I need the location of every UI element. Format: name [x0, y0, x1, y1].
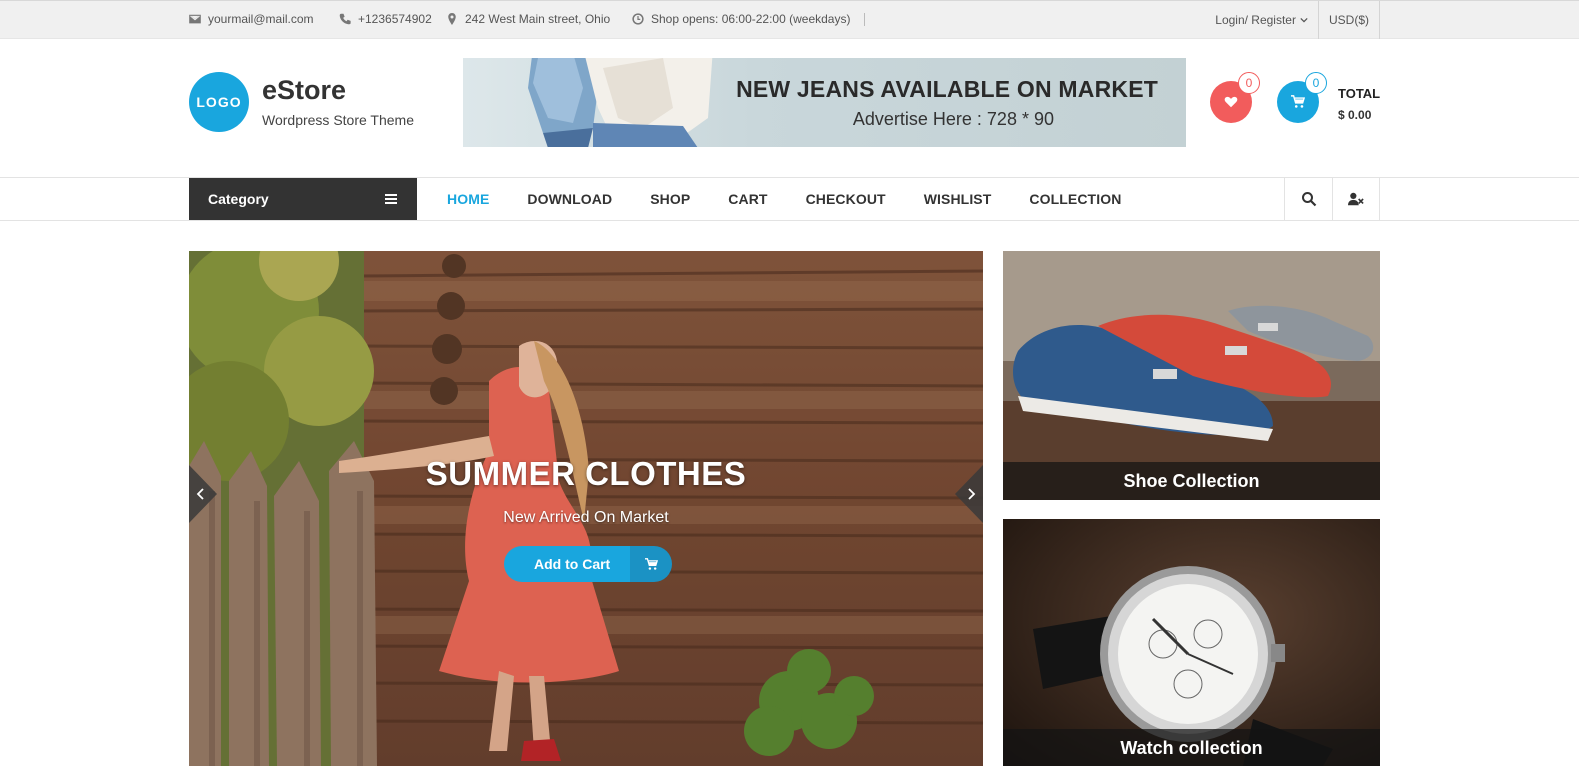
nav-item-download[interactable]: DOWNLOAD [508, 191, 631, 207]
contact-email[interactable]: yourmail@mail.com [189, 12, 314, 26]
email-text: yourmail@mail.com [208, 12, 314, 26]
watch-collection-tile[interactable]: Watch collection [1003, 519, 1380, 766]
chevron-down-icon [1300, 17, 1308, 23]
add-to-cart-icon-wrap [630, 546, 673, 582]
chevron-right-icon [955, 465, 983, 523]
account-button[interactable] [1332, 178, 1380, 220]
top-bar-inner: yourmail@mail.com +1236574902 242 West M… [189, 1, 1380, 39]
nav-tools [1284, 178, 1380, 220]
top-bar: yourmail@mail.com +1236574902 242 West M… [0, 0, 1579, 39]
hero-slider[interactable]: SUMMER CLOTHES New Arrived On Market Add… [189, 251, 983, 766]
banner-jeans-image [528, 58, 713, 147]
cart-total-value: $ 0.00 [1338, 108, 1372, 122]
envelope-icon [189, 14, 201, 24]
menu-icon [385, 194, 397, 204]
contact-phone[interactable]: +1236574902 [339, 12, 432, 26]
currency-label: USD($) [1328, 13, 1369, 27]
nav-item-shop[interactable]: SHOP [631, 191, 709, 207]
site-logo[interactable]: LOGO [189, 72, 249, 132]
category-label: Category [208, 191, 269, 207]
category-menu-button[interactable]: Category [189, 178, 417, 220]
slide-title: SUMMER CLOTHES [425, 455, 747, 492]
cart-icon [1291, 95, 1305, 108]
slide-subtitle: New Arrived On Market [503, 509, 669, 526]
phone-text: +1236574902 [358, 12, 432, 26]
phone-icon [339, 13, 351, 25]
banner-title: NEW JEANS AVAILABLE ON MARKET [736, 76, 1158, 102]
shop-hours: Shop opens: 06:00-22:00 (weekdays) [632, 12, 850, 26]
top-bar-right: Login/ Register USD($) [1205, 1, 1380, 39]
map-marker-icon [448, 13, 456, 25]
primary-menu: HOME DOWNLOAD SHOP CART CHECKOUT WISHLIS… [428, 178, 1140, 220]
banner-subtitle: Advertise Here : 728 * 90 [852, 109, 1054, 129]
chevron-left-icon [189, 465, 217, 523]
cart-total-label: TOTAL [1338, 86, 1381, 101]
cart-icon [644, 557, 658, 570]
watch-collection-caption: Watch collection [1003, 729, 1380, 766]
address-text: 242 West Main street, Ohio [465, 12, 611, 26]
nav-item-home[interactable]: HOME [428, 191, 508, 207]
nav-item-checkout[interactable]: CHECKOUT [787, 191, 905, 207]
clock-icon [632, 13, 644, 25]
nav-item-wishlist[interactable]: WISHLIST [905, 191, 1011, 207]
heart-icon [1224, 96, 1238, 108]
nav-item-collection[interactable]: COLLECTION [1010, 191, 1140, 207]
cart-count-badge: 0 [1305, 72, 1327, 94]
slide-add-to-cart-button[interactable]: Add to Cart [504, 546, 673, 582]
add-to-cart-label: Add to Cart [504, 546, 631, 582]
wishlist-count-badge: 0 [1238, 72, 1260, 94]
logo-text: LOGO [196, 94, 242, 110]
slider-next-button[interactable] [955, 465, 983, 523]
user-icon [1348, 192, 1364, 206]
currency-selector[interactable]: USD($) [1319, 1, 1380, 39]
login-register-dropdown[interactable]: Login/ Register [1205, 1, 1319, 39]
slider-prev-button[interactable] [189, 465, 217, 523]
site-title[interactable]: eStore [262, 75, 346, 106]
nav-item-cart[interactable]: CART [709, 191, 786, 207]
search-icon [1301, 192, 1316, 207]
login-register-label: Login/ Register [1215, 13, 1296, 27]
hours-text: Shop opens: 06:00-22:00 (weekdays) [651, 12, 851, 26]
contact-address: 242 West Main street, Ohio [446, 12, 610, 26]
advertisement-banner[interactable]: NEW JEANS AVAILABLE ON MARKET Advertise … [463, 58, 1186, 147]
search-button[interactable] [1284, 178, 1332, 220]
shoe-collection-caption: Shoe Collection [1003, 462, 1380, 500]
site-description: Wordpress Store Theme [262, 112, 414, 128]
main-navbar: Category HOME DOWNLOAD SHOP CART CHECKOU… [0, 177, 1579, 221]
top-bar-divider [864, 13, 865, 26]
shoe-collection-tile[interactable]: Shoe Collection [1003, 251, 1380, 500]
